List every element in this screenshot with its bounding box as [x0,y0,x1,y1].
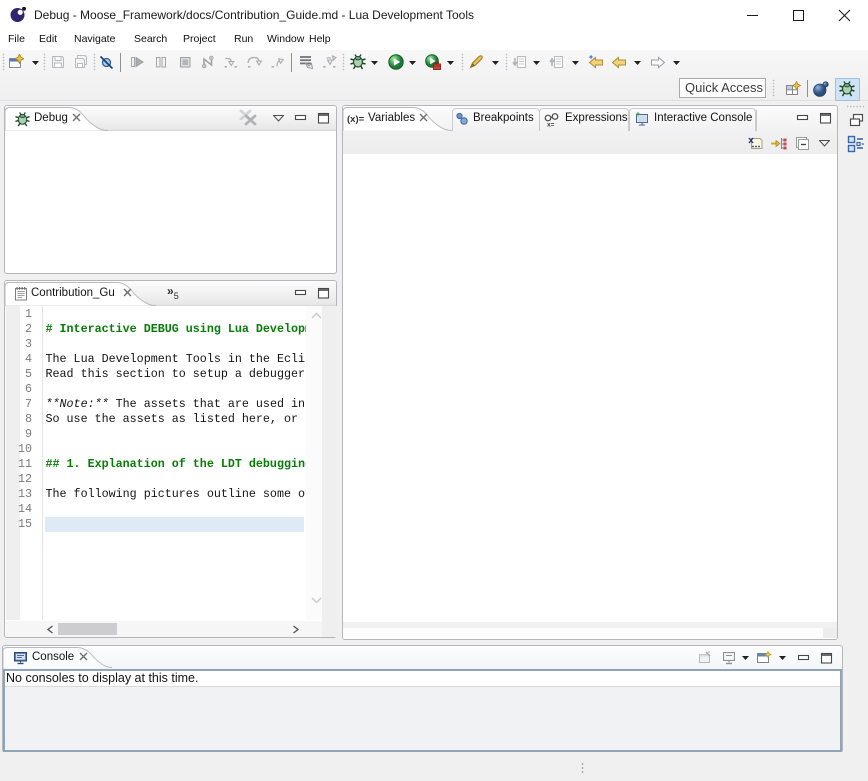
svg-text:x=: x= [547,122,555,129]
